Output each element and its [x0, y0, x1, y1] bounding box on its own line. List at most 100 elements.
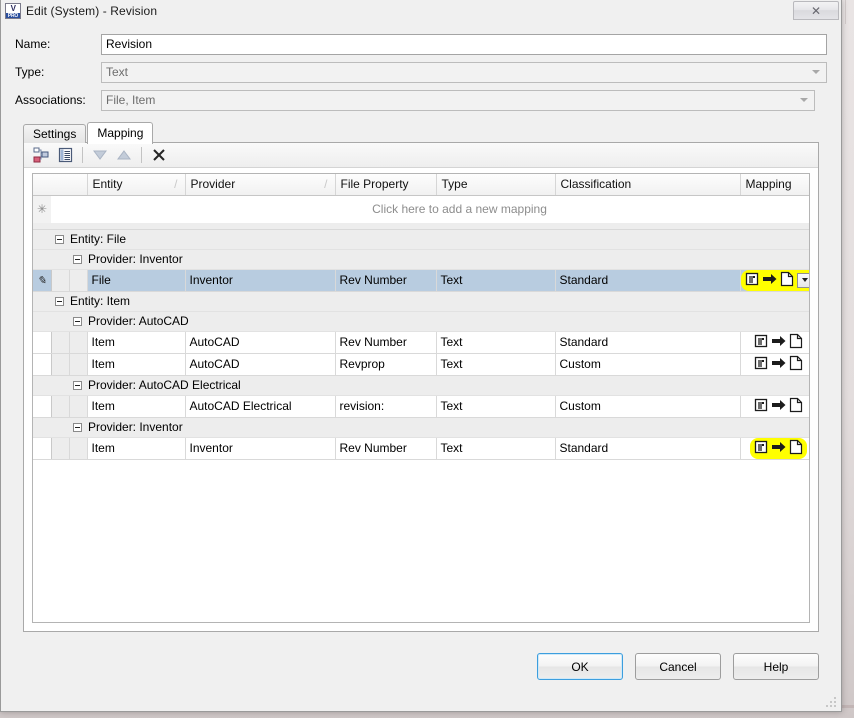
cell-entity[interactable]: Item	[87, 353, 185, 375]
resize-grip[interactable]	[826, 697, 838, 709]
group-label-cell[interactable]: Provider: Inventor	[69, 417, 810, 437]
group-label-cell[interactable]: Provider: AutoCAD	[69, 311, 810, 331]
column-header-file-property[interactable]: File Property	[335, 174, 436, 195]
name-row: Name: Revision	[15, 30, 827, 58]
cell-type[interactable]: Text	[436, 353, 555, 375]
arrow-right-icon	[763, 273, 777, 288]
cell-file-property[interactable]: Rev Number	[335, 437, 436, 459]
cell-entity[interactable]: File	[87, 269, 185, 291]
collapse-icon[interactable]	[73, 423, 82, 432]
chevron-down-icon	[800, 98, 808, 102]
group-indent	[51, 311, 69, 331]
column-header-provider[interactable]: Provider /	[185, 174, 335, 195]
group-label-cell[interactable]: Entity: File	[51, 229, 810, 249]
row-indent	[69, 269, 87, 291]
mapping-dropdown-button[interactable]	[797, 273, 811, 288]
column-header-type[interactable]: Type	[436, 174, 555, 195]
cell-classification[interactable]: Custom	[555, 353, 740, 375]
cell-file-property[interactable]: revision:	[335, 395, 436, 417]
tab-settings[interactable]: Settings	[23, 124, 86, 143]
table-row[interactable]: ItemInventorRev NumberTextStandardYes	[33, 437, 810, 459]
cell-mapping[interactable]	[740, 395, 810, 417]
map-properties-icon[interactable]	[30, 145, 52, 166]
cell-type[interactable]: Text	[436, 269, 555, 291]
name-input[interactable]: Revision	[101, 34, 827, 55]
property-to-document-icon[interactable]	[752, 332, 805, 353]
group-label-cell[interactable]: Entity: Item	[51, 291, 810, 311]
list-properties-icon[interactable]	[54, 145, 76, 166]
cell-type[interactable]: Text	[436, 395, 555, 417]
cell-file-property[interactable]: Rev Number	[335, 269, 436, 291]
group-label: Provider: AutoCAD	[88, 314, 189, 328]
column-header-entity[interactable]: Entity /	[87, 174, 185, 195]
group-label: Provider: Inventor	[88, 252, 183, 266]
cell-provider[interactable]: AutoCAD Electrical	[185, 395, 335, 417]
help-button[interactable]: Help	[733, 653, 819, 680]
type-row: Type: Text	[15, 58, 827, 86]
close-icon[interactable]: ✕	[793, 1, 839, 20]
table-row[interactable]: ✎FileInventorRev NumberTextStandardNo	[33, 269, 810, 291]
cell-entity[interactable]: Item	[87, 437, 185, 459]
mapping-grid[interactable]: Entity / Provider / File Property Type	[32, 173, 810, 623]
move-up-icon	[113, 145, 135, 166]
collapse-icon[interactable]	[73, 317, 82, 326]
property-icon	[754, 398, 769, 415]
property-to-document-icon[interactable]	[741, 270, 811, 291]
group-row[interactable]: Provider: AutoCAD	[33, 311, 810, 331]
cell-entity[interactable]: Item	[87, 331, 185, 353]
group-label-cell[interactable]: Provider: AutoCAD Electrical	[69, 375, 810, 395]
tab-mapping[interactable]: Mapping	[87, 122, 153, 144]
cell-mapping[interactable]	[740, 331, 810, 353]
cancel-button[interactable]: Cancel	[635, 653, 721, 680]
collapse-icon[interactable]	[73, 381, 82, 390]
row-header	[33, 395, 51, 417]
table-row[interactable]: ItemAutoCADRevpropTextCustomYes	[33, 353, 810, 375]
group-label: Entity: File	[70, 232, 126, 246]
cell-mapping[interactable]	[740, 269, 810, 291]
arrow-right-icon	[772, 441, 786, 456]
table-body: ✳ Click here to add a new mapping	[33, 195, 810, 229]
type-select[interactable]: Text	[101, 62, 827, 83]
collapse-icon[interactable]	[55, 235, 64, 244]
cell-file-property[interactable]: Revprop	[335, 353, 436, 375]
group-label-cell[interactable]: Provider: Inventor	[69, 249, 810, 269]
cell-provider[interactable]: AutoCAD	[185, 353, 335, 375]
group-row[interactable]: Entity: Item	[33, 291, 810, 311]
cell-classification[interactable]: Standard	[555, 269, 740, 291]
collapse-icon[interactable]	[55, 297, 64, 306]
cell-classification[interactable]: Standard	[555, 331, 740, 353]
property-to-document-icon[interactable]	[752, 396, 805, 417]
group-row[interactable]: Entity: File	[33, 229, 810, 249]
new-mapping-row[interactable]: ✳ Click here to add a new mapping	[33, 195, 810, 223]
cell-classification[interactable]: Standard	[555, 437, 740, 459]
row-indent	[51, 269, 69, 291]
group-row[interactable]: Provider: Inventor	[33, 249, 810, 269]
cell-provider[interactable]: AutoCAD	[185, 331, 335, 353]
cell-mapping[interactable]	[740, 437, 810, 459]
ok-button[interactable]: OK	[537, 653, 623, 680]
associations-select[interactable]: File, Item	[101, 90, 815, 111]
row-indent	[51, 395, 69, 417]
cell-file-property[interactable]: Rev Number	[335, 331, 436, 353]
toolbar-separator	[82, 147, 83, 163]
cell-provider[interactable]: Inventor	[185, 437, 335, 459]
table-row[interactable]: ItemAutoCADRev NumberTextStandardYes	[33, 331, 810, 353]
cell-mapping[interactable]	[740, 353, 810, 375]
collapse-icon[interactable]	[73, 255, 82, 264]
column-header-mapping[interactable]: Mapping	[740, 174, 810, 195]
cell-entity[interactable]: Item	[87, 395, 185, 417]
cell-provider[interactable]: Inventor	[185, 269, 335, 291]
property-to-document-icon[interactable]	[752, 354, 805, 375]
column-header-classification[interactable]: Classification	[555, 174, 740, 195]
property-icon	[745, 272, 760, 289]
cell-type[interactable]: Text	[436, 331, 555, 353]
cell-classification[interactable]: Custom	[555, 395, 740, 417]
property-to-document-icon[interactable]	[750, 438, 807, 459]
group-row[interactable]: Provider: AutoCAD Electrical	[33, 375, 810, 395]
delete-mapping-icon[interactable]	[148, 145, 170, 166]
group-row[interactable]: Provider: Inventor	[33, 417, 810, 437]
cell-type[interactable]: Text	[436, 437, 555, 459]
new-mapping-hint[interactable]: Click here to add a new mapping	[51, 195, 810, 223]
table-row[interactable]: ItemAutoCAD Electricalrevision:TextCusto…	[33, 395, 810, 417]
dialog-titlebar[interactable]: V PRO Edit (System) - Revision ✕	[1, 0, 841, 22]
